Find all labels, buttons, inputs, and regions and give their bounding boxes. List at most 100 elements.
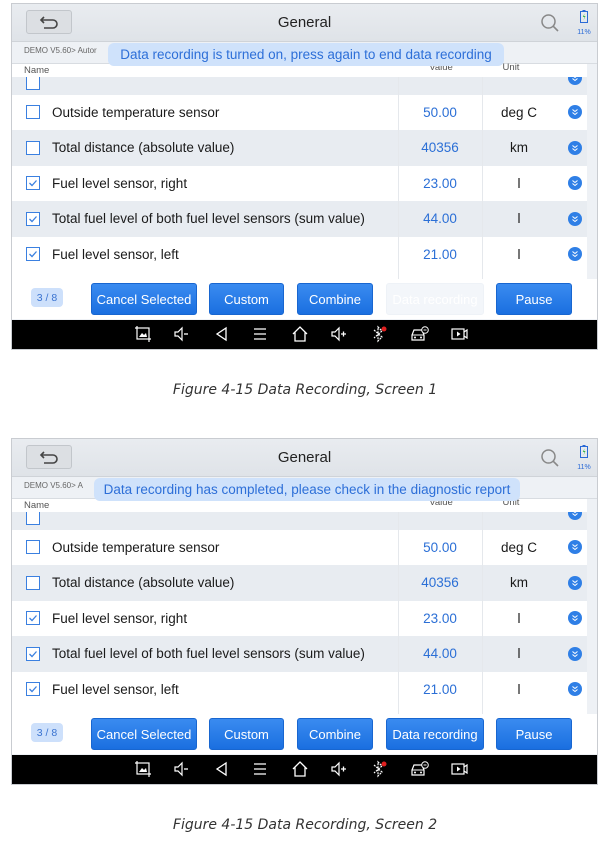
checkbox[interactable]	[26, 77, 40, 90]
checkbox[interactable]	[26, 575, 40, 590]
expand-chevron-icon[interactable]	[568, 105, 582, 120]
cancel-selected-button[interactable]: Cancel Selected	[91, 718, 197, 750]
column-divider	[482, 512, 483, 746]
page-title: General	[277, 449, 332, 466]
menu-icon[interactable]	[251, 325, 269, 343]
pause-button[interactable]: Pause	[496, 718, 572, 750]
table-row[interactable]: Total fuel level of both fuel level sens…	[12, 636, 587, 672]
search-button[interactable]	[540, 448, 560, 468]
row-value: 44.00	[423, 646, 457, 662]
expand-chevron-icon[interactable]	[568, 646, 582, 661]
row-name: Revolution counter	[52, 512, 165, 513]
search-button[interactable]	[540, 13, 560, 33]
column-divider	[398, 77, 399, 311]
volume-down-icon[interactable]	[172, 760, 190, 778]
vci-car-icon[interactable]	[410, 760, 429, 778]
data-stream-table[interactable]: Revolution counter 8401/min Outside temper…	[12, 512, 587, 746]
expand-chevron-icon[interactable]	[568, 176, 582, 191]
data-stream-table[interactable]: Revolution counter 8401/min Outside temper…	[12, 77, 587, 311]
row-name: Outside temperature sensor	[52, 104, 220, 120]
checkbox-checked[interactable]	[26, 211, 40, 226]
scroll-track	[587, 499, 597, 746]
screenshot-icon[interactable]	[134, 760, 152, 778]
checkmark-icon	[29, 650, 37, 658]
checkbox[interactable]	[26, 105, 40, 120]
combine-button[interactable]: Combine	[297, 283, 373, 315]
expand-chevron-icon[interactable]	[568, 512, 582, 520]
row-unit: l	[517, 246, 521, 262]
expand-chevron-icon[interactable]	[568, 575, 582, 590]
table-row[interactable]: Fuel level sensor, left 21.00 l	[12, 236, 587, 272]
volume-down-icon[interactable]	[172, 325, 190, 343]
battery-percent: 11%	[577, 29, 591, 36]
back-icon[interactable]	[213, 760, 231, 778]
data-recording-button[interactable]: Data recording	[386, 283, 484, 315]
expand-chevron-icon[interactable]	[568, 682, 582, 697]
back-icon[interactable]	[213, 325, 231, 343]
table-row[interactable]: Total distance (absolute value) 40356 km	[12, 130, 587, 166]
checkbox-checked[interactable]	[26, 247, 40, 262]
table-row[interactable]: Total distance (absolute value) 40356 km	[12, 565, 587, 601]
checkbox[interactable]	[26, 140, 40, 155]
row-name: Revolution counter	[52, 77, 165, 78]
checkbox[interactable]	[26, 512, 40, 525]
table-row[interactable]: Total fuel level of both fuel level sens…	[12, 201, 587, 237]
combine-button[interactable]: Combine	[297, 718, 373, 750]
expand-chevron-icon[interactable]	[568, 211, 582, 226]
page-title: General	[277, 14, 332, 31]
table-row[interactable]: Fuel level sensor, right 23.00 l	[12, 165, 587, 201]
column-header-name: Name	[24, 65, 50, 76]
row-name: Fuel level sensor, right	[52, 610, 188, 626]
pause-button[interactable]: Pause	[496, 283, 572, 315]
menu-icon[interactable]	[251, 760, 269, 778]
battery-status: 11%	[575, 445, 593, 473]
checkbox-checked[interactable]	[26, 682, 40, 697]
action-bar: 3 / 8 Cancel Selected Custom Combine Dat…	[12, 714, 597, 754]
data-recording-button[interactable]: Data recording	[386, 718, 484, 750]
screen-record-icon[interactable]	[450, 760, 468, 778]
table-row[interactable]: Revolution counter 8401/min	[12, 77, 587, 95]
table-row[interactable]: Fuel level sensor, left 21.00 l	[12, 671, 587, 707]
expand-chevron-icon[interactable]	[568, 540, 582, 555]
volume-up-icon[interactable]	[330, 325, 348, 343]
row-value: 23.00	[423, 175, 457, 191]
row-unit: l	[517, 610, 521, 626]
table-row[interactable]: Fuel level sensor, right 23.00 l	[12, 600, 587, 636]
bluetooth-icon[interactable]	[370, 760, 388, 778]
screenshot-icon[interactable]	[134, 325, 152, 343]
home-icon[interactable]	[291, 325, 309, 343]
expand-chevron-icon[interactable]	[568, 247, 582, 262]
back-button[interactable]	[26, 445, 72, 469]
custom-button[interactable]: Custom	[209, 718, 284, 750]
breadcrumb: DEMO V5.60> Autor	[24, 46, 97, 55]
row-unit: l	[517, 211, 521, 227]
row-name: Total fuel level of both fuel level sens…	[52, 646, 365, 662]
expand-chevron-icon[interactable]	[568, 77, 582, 85]
back-arrow-icon	[39, 16, 58, 29]
row-unit: km	[510, 575, 528, 591]
screen-record-icon[interactable]	[450, 325, 468, 343]
cancel-selected-button[interactable]: Cancel Selected	[91, 283, 197, 315]
checkmark-icon	[29, 686, 37, 693]
expand-chevron-icon[interactable]	[568, 611, 582, 626]
checkbox-checked[interactable]	[26, 176, 40, 191]
back-button[interactable]	[26, 10, 72, 34]
home-icon[interactable]	[291, 760, 309, 778]
checkbox[interactable]	[26, 540, 40, 555]
custom-button[interactable]: Custom	[209, 283, 284, 315]
volume-up-icon[interactable]	[330, 760, 348, 778]
vci-car-icon[interactable]	[410, 325, 429, 343]
row-unit: deg C	[500, 539, 538, 555]
battery-status: 11%	[575, 10, 593, 38]
row-unit: 1/min	[482, 77, 556, 78]
column-divider	[482, 77, 483, 311]
expand-chevron-icon[interactable]	[568, 140, 582, 155]
row-value: 21.00	[423, 681, 457, 697]
table-row[interactable]: Revolution counter 8401/min	[12, 512, 587, 530]
table-row[interactable]: Outside temperature sensor 50.00 deg C	[12, 94, 587, 130]
table-row[interactable]: Outside temperature sensor 50.00 deg C	[12, 529, 587, 565]
checkbox-checked[interactable]	[26, 646, 40, 661]
checkbox-checked[interactable]	[26, 611, 40, 626]
bluetooth-icon[interactable]	[370, 325, 388, 343]
system-nav-bar	[12, 755, 597, 784]
